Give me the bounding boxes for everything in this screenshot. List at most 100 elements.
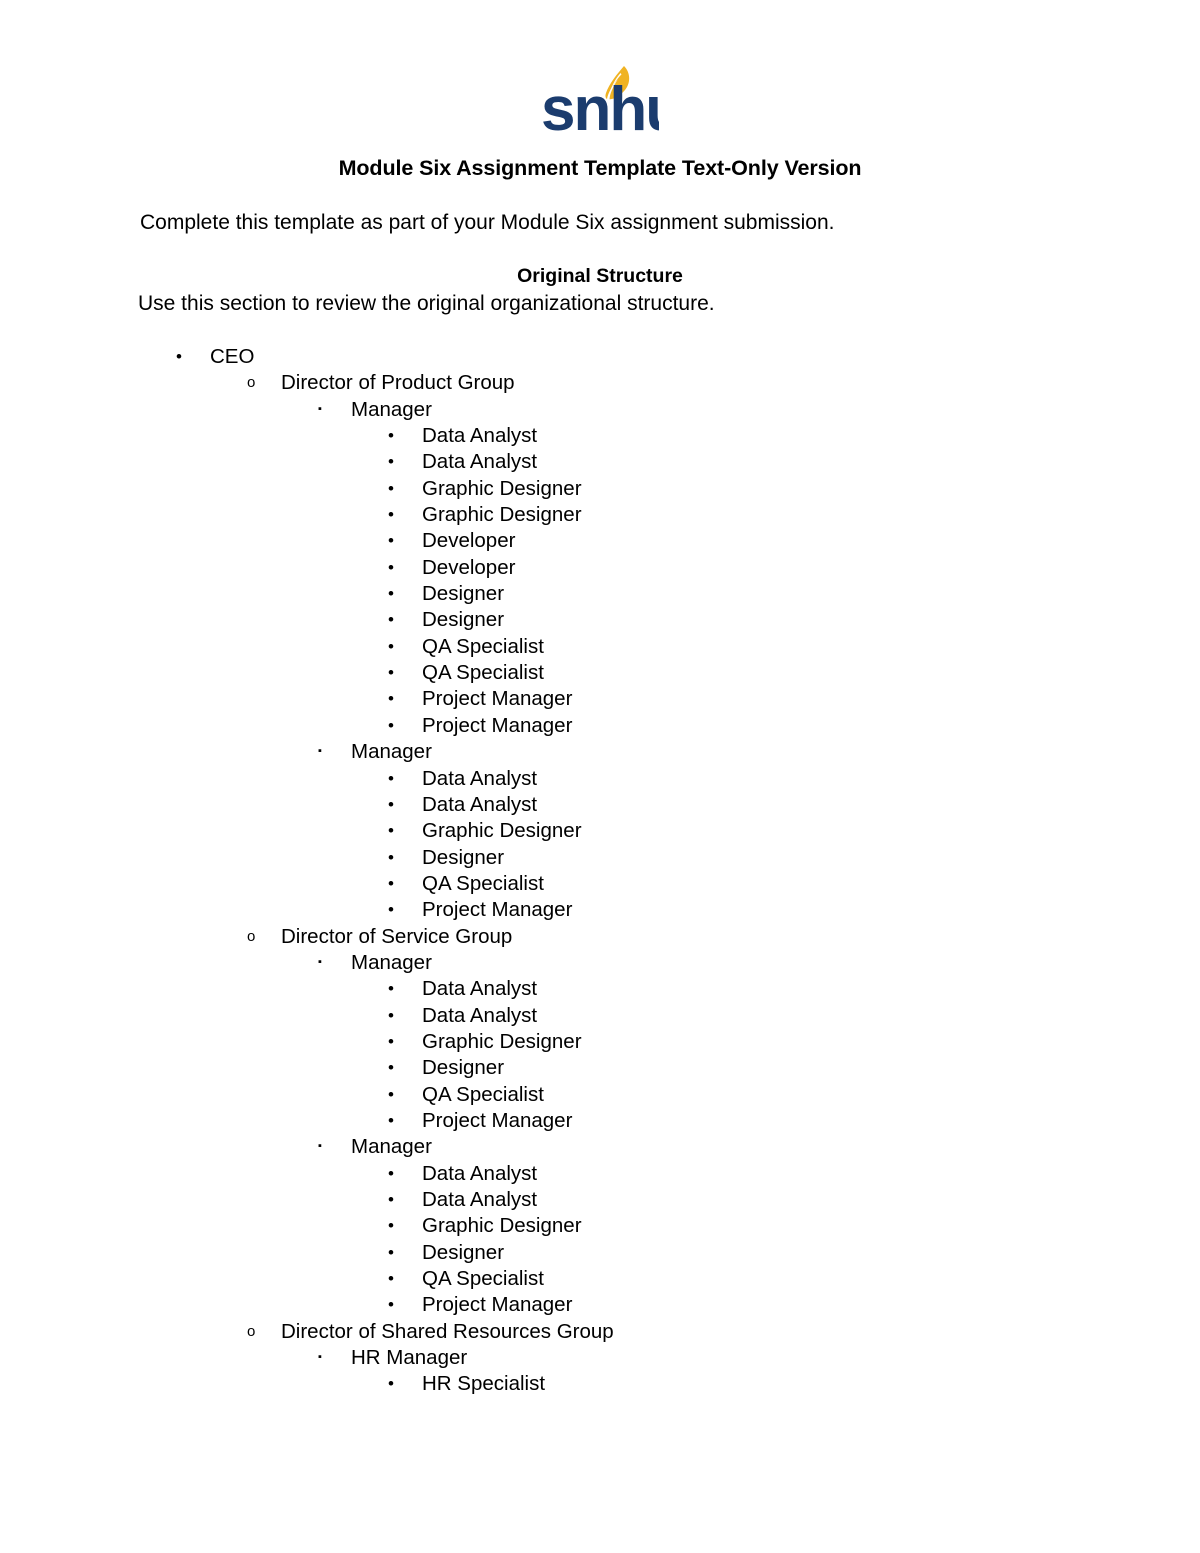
outline-item-level-3: ▪ Manager — [0, 739, 1200, 765]
intro-paragraph: Complete this template as part of your M… — [140, 211, 835, 234]
outline-item-level-4: • Designer — [0, 581, 1200, 607]
outline-item-level-4: • QA Specialist — [0, 1266, 1200, 1292]
outline-item-label: Director of Service Group — [281, 924, 513, 948]
outline-item-level-4: • Developer — [0, 555, 1200, 581]
bullet-icon-level-4: • — [388, 715, 394, 735]
outline-item-label: Designer — [422, 608, 505, 632]
document-page: snhu Module Six Assignment Template Text… — [0, 0, 1200, 1553]
outline-item-label: Designer — [422, 1240, 505, 1264]
outline-item-level-4: • HR Specialist — [0, 1371, 1200, 1397]
bullet-icon-level-4: • — [388, 768, 394, 788]
bullet-icon-level-4: • — [388, 1031, 394, 1051]
outline-item-label: HR Manager — [351, 1346, 468, 1370]
outline-item-level-4: • Graphic Designer — [0, 818, 1200, 844]
outline-item-level-2: o Director of Service Group — [0, 924, 1200, 950]
outline-item-label: Project Manager — [422, 713, 573, 737]
bullet-icon-level-4: • — [388, 821, 394, 841]
outline-item-level-4: • Designer — [0, 845, 1200, 871]
bullet-icon-level-3: ▪ — [318, 1140, 322, 1153]
outline-item-level-4: • Project Manager — [0, 1292, 1200, 1318]
bullet-icon-level-4: • — [388, 531, 394, 551]
bullet-icon-level-4: • — [388, 873, 394, 893]
outline-item-label: Data Analyst — [422, 1188, 538, 1211]
outline-item-label: Project Manager — [422, 898, 573, 922]
bullet-icon-level-4: • — [388, 1216, 394, 1236]
outline-item-label: QA Specialist — [422, 1267, 544, 1291]
bullet-icon-level-4: • — [388, 663, 394, 683]
bullet-icon-level-2: o — [247, 374, 256, 392]
bullet-icon-level-4: • — [388, 847, 394, 867]
outline-item-label: Project Manager — [422, 1293, 573, 1317]
outline-item-label: Developer — [422, 555, 516, 579]
outline-item-label: Developer — [422, 529, 516, 553]
outline-item-level-4: • Data Analyst — [0, 449, 1200, 475]
bullet-icon-level-4: • — [388, 636, 394, 656]
outline-item-level-4: • Graphic Designer — [0, 1029, 1200, 1055]
outline-item-level-4: • Designer — [0, 1055, 1200, 1081]
bullet-icon-level-4: • — [388, 794, 394, 814]
outline-item-label: Manager — [351, 950, 432, 974]
outline-item-level-4: • Project Manager — [0, 897, 1200, 923]
outline-item-level-4: • Data Analyst — [0, 766, 1200, 792]
snhu-logo-icon: snhu — [541, 66, 659, 134]
page-title: Module Six Assignment Template Text-Only… — [338, 156, 862, 180]
bullet-icon-level-4: • — [388, 1084, 394, 1104]
outline-item-label: Graphic Designer — [422, 1029, 582, 1053]
outline-item-label: Graphic Designer — [422, 503, 582, 527]
bullet-icon-level-4: • — [388, 1163, 394, 1183]
outline-item-label: Graphic Designer — [422, 819, 582, 843]
bullet-icon-level-4: • — [388, 900, 394, 920]
outline-item-level-4: • Project Manager — [0, 713, 1200, 739]
outline-item-level-4: • Graphic Designer — [0, 476, 1200, 502]
outline-item-label: Project Manager — [422, 1108, 573, 1132]
outline-item-level-4: • QA Specialist — [0, 871, 1200, 897]
bullet-icon-level-2: o — [247, 1322, 256, 1340]
outline-item-label: Data Analyst — [422, 977, 538, 1001]
outline-item-level-4: • QA Specialist — [0, 1082, 1200, 1108]
outline-item-label: HR Specialist — [422, 1372, 546, 1396]
bullet-icon-level-4: • — [388, 1110, 394, 1130]
bullet-icon-level-2: o — [247, 927, 256, 945]
outline-item-level-4: • Data Analyst — [0, 792, 1200, 818]
outline-item-label: Designer — [422, 582, 505, 606]
bullet-icon-level-4: • — [388, 505, 394, 525]
outline-item-level-4: • Developer — [0, 528, 1200, 554]
outline-item-level-3: ▪ Manager — [0, 1134, 1200, 1160]
outline-item-label: Manager — [351, 1135, 432, 1159]
bullet-icon-level-4: • — [388, 979, 394, 999]
outline-item-label: QA Specialist — [422, 634, 544, 658]
outline-item-label: Data Analyst — [422, 792, 538, 816]
bullet-icon-level-4: • — [388, 1269, 394, 1289]
snhu-logo: snhu — [0, 62, 1200, 134]
outline-item-label: Project Manager — [422, 687, 573, 711]
outline-item-label: QA Specialist — [422, 1082, 544, 1106]
outline-item-label: Data Analyst — [422, 450, 538, 474]
outline-item-level-4: • QA Specialist — [0, 660, 1200, 686]
org-structure-outline: • CEO o Director of Product Group ▪ Manager • D… — [0, 344, 1200, 1398]
outline-item-label: Data Analyst — [422, 424, 538, 448]
bullet-icon-level-4: • — [388, 1295, 394, 1315]
outline-item-level-4: • Data Analyst — [0, 423, 1200, 449]
outline-item-label: Designer — [422, 1056, 505, 1080]
outline-item-label: QA Specialist — [422, 661, 544, 685]
outline-item-level-3: ▪ HR Manager — [0, 1345, 1200, 1371]
bullet-icon-level-4: • — [388, 452, 394, 472]
outline-item-level-2: o Director of Product Group — [0, 370, 1200, 396]
outline-item-level-4: • Designer — [0, 1240, 1200, 1266]
outline-item-level-4: • Graphic Designer — [0, 1213, 1200, 1239]
snhu-wordmark: snhu — [541, 75, 659, 134]
outline-item-label: Designer — [422, 845, 505, 869]
bullet-icon-level-4: • — [388, 1242, 394, 1262]
bullet-icon-level-1: • — [176, 347, 182, 366]
outline-item-label: QA Specialist — [422, 871, 544, 895]
section-heading-original-structure: Original Structure — [517, 265, 683, 287]
outline-item-level-4: • QA Specialist — [0, 634, 1200, 660]
bullet-icon-level-4: • — [388, 610, 394, 630]
bullet-icon-level-4: • — [388, 1058, 394, 1078]
bullet-icon-level-4: • — [388, 1190, 394, 1209]
outline-item-level-4: • Data Analyst — [0, 1161, 1200, 1187]
section-subtext: Use this section to review the original … — [138, 292, 715, 315]
outline-item-level-4: • Project Manager — [0, 1108, 1200, 1134]
outline-item-level-4: • Graphic Designer — [0, 502, 1200, 528]
outline-item-label: Data Analyst — [422, 766, 538, 790]
